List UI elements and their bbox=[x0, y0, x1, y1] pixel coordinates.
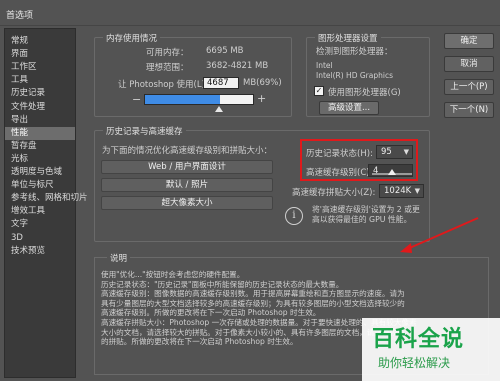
ok-button[interactable]: 确定 bbox=[444, 33, 494, 49]
description-line: 具有少量图层的大型文档选择较多的高速缓存级别；为具有较多图层的小型文档选择较少的 bbox=[101, 298, 405, 308]
watermark: 百科全说 助你轻松解决 bbox=[362, 318, 500, 381]
description-title: 说明 bbox=[107, 252, 131, 264]
watermark-title: 百科全说 bbox=[372, 327, 465, 352]
description-line: 使用"优化..."按钮时会考虑您的硬件配置。 bbox=[101, 270, 245, 279]
cancel-button[interactable]: 取消 bbox=[444, 56, 494, 72]
previous-button[interactable]: 上一个(P) bbox=[444, 79, 494, 95]
description-line: 历史记录状态："历史记录"面板中所能保留的历史记录状态的最大数量。 bbox=[101, 279, 344, 289]
description-line: 高速缓存级别：图像数据的高速缓存级别数。用于提高屏幕重绘和直方图显示的速度。请为 bbox=[101, 289, 405, 299]
next-button[interactable]: 下一个(N) bbox=[444, 102, 494, 118]
watermark-subtitle: 助你轻松解决 bbox=[378, 356, 451, 370]
description-line: 高速缓存级别。所做的更改将在下一次启动 Photoshop 时生效。 bbox=[101, 308, 321, 318]
